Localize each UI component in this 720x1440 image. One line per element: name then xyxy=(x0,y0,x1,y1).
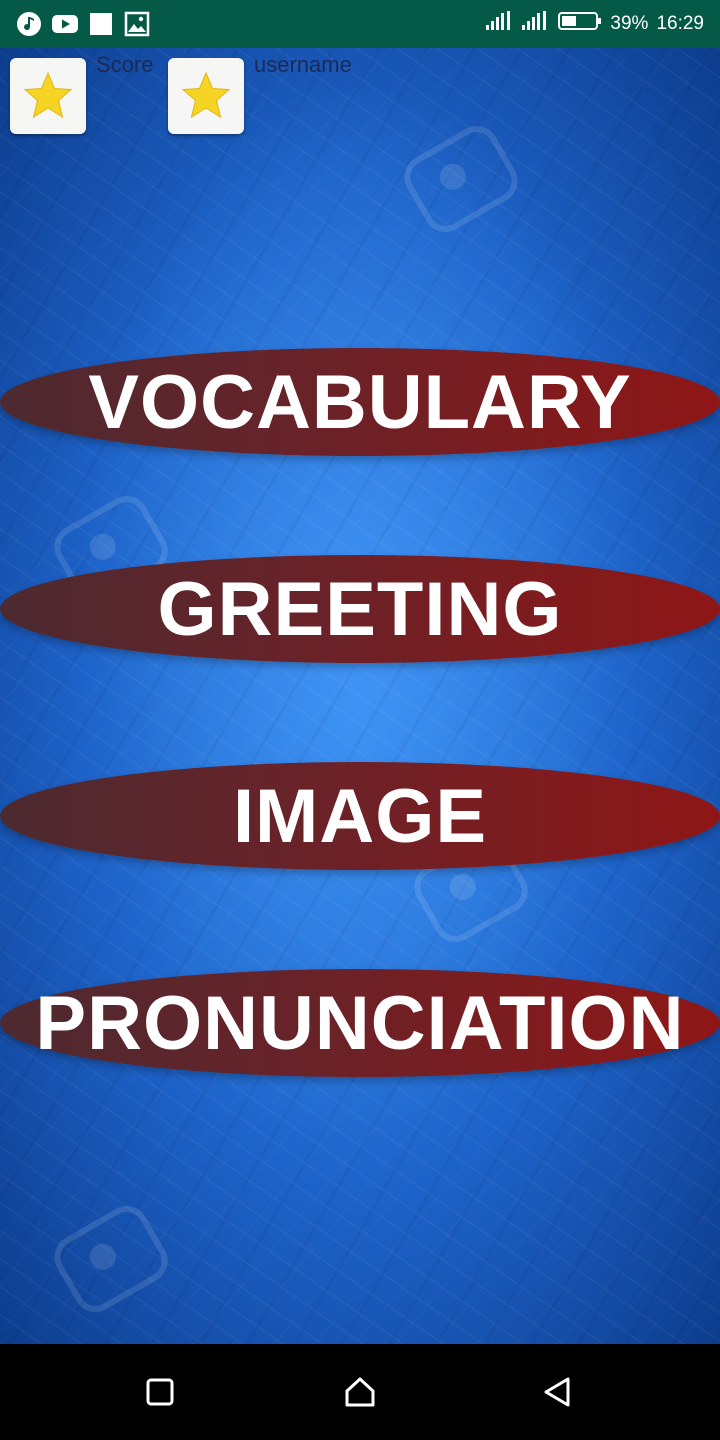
vocabulary-button[interactable]: VOCABULARY xyxy=(0,348,720,456)
home-button[interactable] xyxy=(342,1374,378,1410)
greeting-button[interactable]: GREETING xyxy=(0,555,720,663)
gallery-icon xyxy=(124,11,150,37)
score-label: Score xyxy=(96,52,154,77)
navigation-bar xyxy=(0,1344,720,1440)
clock: 16:29 xyxy=(656,13,704,34)
pronunciation-label: PRONUNCIATION xyxy=(35,980,685,1066)
vocabulary-label: VOCABULARY xyxy=(88,359,632,445)
greeting-label: GREETING xyxy=(157,566,563,652)
star-icon xyxy=(181,71,231,119)
youtube-icon xyxy=(52,11,78,37)
signal-icon xyxy=(486,11,514,37)
status-bar: 39% 16:29 xyxy=(0,0,720,48)
battery-percent: 39% xyxy=(610,13,649,34)
signal-icon xyxy=(522,11,550,37)
notification-icons xyxy=(16,11,150,37)
recent-apps-button[interactable] xyxy=(142,1374,178,1410)
image-label: IMAGE xyxy=(232,773,488,859)
music-icon xyxy=(16,11,42,37)
score-star-button[interactable] xyxy=(10,58,86,134)
pronunciation-button[interactable]: PRONUNCIATION xyxy=(0,969,720,1077)
back-button[interactable] xyxy=(540,1374,576,1410)
background-texture xyxy=(0,48,720,1344)
recent-apps-icon xyxy=(146,1378,174,1406)
image-button[interactable]: IMAGE xyxy=(0,762,720,870)
home-icon xyxy=(345,1377,375,1407)
username-label: username xyxy=(254,52,352,77)
user-star-button[interactable] xyxy=(168,58,244,134)
battery-icon xyxy=(558,10,602,38)
white-square-icon xyxy=(88,11,114,37)
back-icon xyxy=(544,1377,570,1407)
system-status: 39% 16:29 xyxy=(486,8,704,40)
star-icon xyxy=(23,71,73,119)
main-screen: Score username VOCABULARY GREETING IMAGE… xyxy=(0,48,720,1344)
